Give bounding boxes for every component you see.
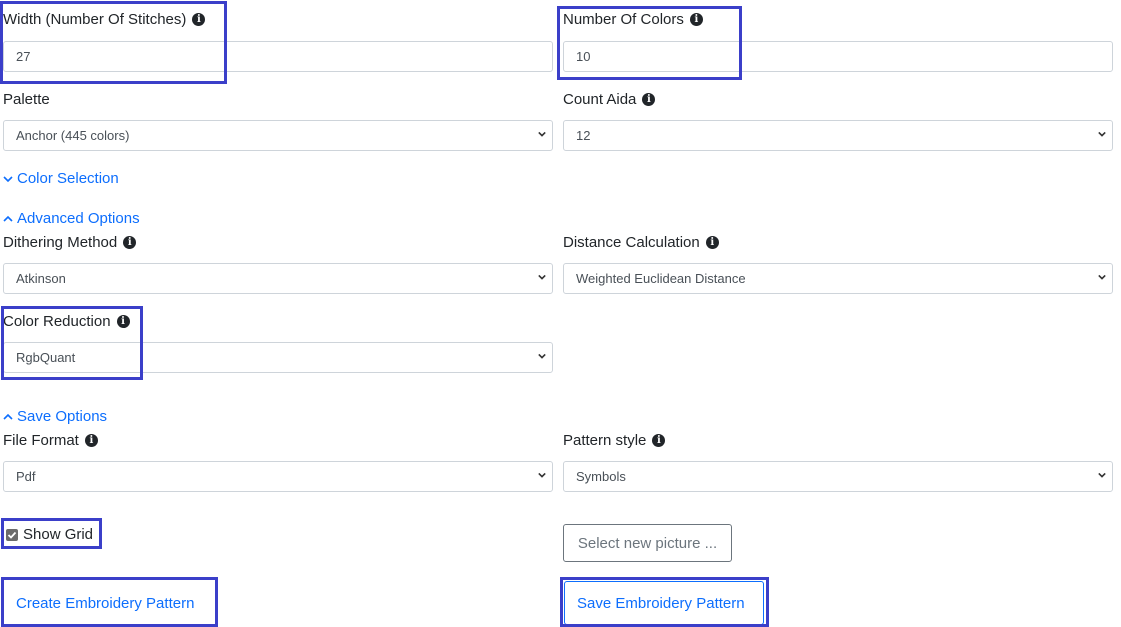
file-format-label: File Format i [3,432,98,449]
count-aida-select[interactable]: 12 [563,120,1113,151]
palette-select[interactable]: Anchor (445 colors) [3,120,553,151]
info-icon[interactable]: i [192,13,206,26]
chevron-up-icon [3,413,13,420]
color-reduction-label: Color Reduction i [3,313,130,330]
chevron-up-icon [3,215,13,222]
color-reduction-label-text: Color Reduction [3,313,111,330]
info-icon[interactable]: i [689,13,703,26]
palette-select-value: Anchor (445 colors) [16,128,130,143]
pattern-style-label: Pattern style i [563,432,666,449]
count-aida-label-text: Count Aida [563,91,637,108]
info-icon[interactable]: i [84,434,98,447]
distance-label-text: Distance Calculation [563,234,700,251]
dithering-label: Dithering Method i [3,234,137,251]
save-options-label: Save Options [17,408,108,425]
dithering-select-value: Atkinson [16,271,66,286]
chevron-down-icon [538,472,546,478]
show-grid-label: Show Grid [23,526,94,543]
chevron-down-icon [538,274,546,280]
colors-label-text: Number Of Colors [563,11,684,28]
save-pattern-label: Save Embroidery Pattern [577,594,745,612]
create-pattern-label: Create Embroidery Pattern [16,594,195,612]
color-selection-toggle[interactable]: Color Selection [3,170,119,187]
count-aida-label: Count Aida i [563,91,656,108]
chevron-down-icon [538,131,546,137]
number-of-colors-input[interactable]: 10 [563,41,1113,72]
width-input-value: 27 [16,49,31,64]
palette-label: Palette [3,91,50,108]
show-grid-checkbox[interactable]: Show Grid [6,526,93,543]
select-picture-label: Select new picture ... [577,534,718,552]
pattern-style-select[interactable]: Symbols [563,461,1113,492]
save-pattern-button[interactable]: Save Embroidery Pattern [564,581,764,625]
colors-input-value: 10 [576,49,591,64]
width-input[interactable]: 27 [3,41,553,72]
chevron-down-icon [1098,472,1106,478]
color-selection-label: Color Selection [17,170,119,187]
checkbox-checked-icon[interactable] [6,528,18,541]
dithering-select[interactable]: Atkinson [3,263,553,294]
info-icon[interactable]: i [123,236,137,249]
width-label: Width (Number Of Stitches) i [3,11,206,28]
advanced-options-toggle[interactable]: Advanced Options [3,210,140,227]
advanced-options-label: Advanced Options [17,210,140,227]
file-format-select[interactable]: Pdf [3,461,553,492]
color-reduction-select[interactable]: RgbQuant [3,342,553,373]
chevron-down-icon [3,175,13,182]
file-format-label-text: File Format [3,432,79,449]
chevron-down-icon [1098,131,1106,137]
color-reduction-select-value: RgbQuant [16,350,76,365]
pattern-style-label-text: Pattern style [563,432,647,449]
distance-select[interactable]: Weighted Euclidean Distance [563,263,1113,294]
info-icon[interactable]: i [116,315,130,328]
pattern-style-select-value: Symbols [576,469,626,484]
chevron-down-icon [1098,274,1106,280]
distance-select-value: Weighted Euclidean Distance [576,271,746,286]
colors-label: Number Of Colors i [563,11,703,28]
info-icon[interactable]: i [652,434,666,447]
save-options-toggle[interactable]: Save Options [3,408,107,425]
distance-label: Distance Calculation i [563,234,719,251]
count-aida-select-value: 12 [576,128,591,143]
width-label-text: Width (Number Of Stitches) [3,11,187,28]
select-picture-button[interactable]: Select new picture ... [563,524,732,562]
info-icon[interactable]: i [705,236,719,249]
info-icon[interactable]: i [642,93,656,106]
dithering-label-text: Dithering Method [3,234,118,251]
chevron-down-icon [538,353,546,359]
palette-label-text: Palette [3,91,50,108]
file-format-select-value: Pdf [16,469,36,484]
create-pattern-button[interactable]: Create Embroidery Pattern [4,581,214,625]
